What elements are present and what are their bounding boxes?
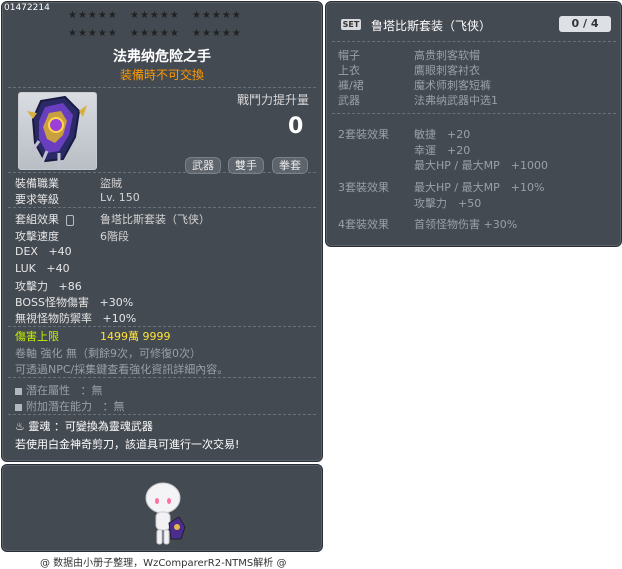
stat-value: +30% xyxy=(99,296,134,309)
star-group: ★★★★★ xyxy=(68,28,118,39)
set-tier-label: 3套裝效果 xyxy=(338,181,389,194)
star-force-row-2: ★★★★★ ★★★★★ ★★★★★ xyxy=(68,28,254,39)
stat-line: 無視怪物防禦率 +10% xyxy=(15,310,136,326)
stat-value: +10% xyxy=(102,312,137,325)
stat-line: BOSS怪物傷害 +30% xyxy=(15,294,133,310)
footer-credit: @ 数据由小册子整理，WzComparerR2-NTMS解析 @ xyxy=(40,558,287,569)
stat-line: LUK +40 xyxy=(15,262,70,275)
item-icon-frame xyxy=(18,92,97,170)
star-group: ★★★★★ xyxy=(130,28,180,39)
star-force-row-1: ★★★★★ ★★★★★ ★★★★★ xyxy=(68,10,254,21)
star-group: ★★★★★ xyxy=(192,28,242,39)
npc-info: 可透過NPC/採集鍵查看強化資訊詳細內容。 xyxy=(15,363,229,376)
additional-potential-label: 附加潛在能力 xyxy=(26,400,92,413)
stat-name: LUK xyxy=(15,262,36,275)
trade-note: 装備時不可交換 xyxy=(119,68,204,82)
item-tooltip-panel: 01472214 ★★★★★ ★★★★★ ★★★★★ ★★★★★ ★★★★★ ★★★★★… xyxy=(1,1,323,462)
stat-name: 無視怪物防禦率 xyxy=(15,312,92,325)
soul-label: 靈魂 xyxy=(28,420,51,433)
stat-value: +86 xyxy=(58,280,82,293)
stat-name: BOSS怪物傷害 xyxy=(15,296,89,309)
set-badge: SET xyxy=(341,19,361,30)
divider xyxy=(8,172,316,173)
scroll-info: 卷軸 強化 無（剩餘9次，可修復0次） xyxy=(15,347,201,360)
flame-icon: ♨ xyxy=(15,420,25,433)
character-preview-icon xyxy=(145,482,186,545)
attack-speed-label: 攻擊速度 xyxy=(15,230,59,243)
set-tier-line: 最大HP / 最大MP +10% xyxy=(414,181,545,194)
stat-name: 攻擊力 xyxy=(15,280,48,293)
potential-icon xyxy=(15,387,22,395)
set-effect-value: 鲁塔比斯套装（飞侠） xyxy=(100,213,210,226)
additional-potential-icon xyxy=(15,403,22,411)
set-effect-panel: SET 鲁塔比斯套装（飞侠） 0 / 4 帽子 高贵刺客软帽 上衣 鷹眼刺客衬衣… xyxy=(325,1,622,247)
scissors-note: 若使用白金神奇剪刀，該道具可進行一次交易! xyxy=(15,438,240,451)
set-tier-line: 敏捷 +20 xyxy=(414,128,471,141)
damage-cap-label: 傷害上限 xyxy=(15,330,59,343)
job-value: 盜賊 xyxy=(100,177,122,190)
set-part-name: 高贵刺客软帽 xyxy=(414,49,480,62)
damage-cap-value: 1499萬 9999 xyxy=(100,330,171,343)
set-part-name: 魔术师刺客短裤 xyxy=(414,79,491,92)
star-group: ★★★★★ xyxy=(192,10,242,21)
set-tier-line: 幸運 +20 xyxy=(414,144,471,157)
additional-potential-value: ：無 xyxy=(102,400,125,413)
job-label: 裝備職業 xyxy=(15,177,59,190)
link-icon xyxy=(65,214,74,226)
set-tier-line: 首领怪物伤害 +30% xyxy=(414,218,518,231)
set-count: 0 / 4 xyxy=(559,16,611,32)
divider xyxy=(8,207,316,208)
potential-value: ：無 xyxy=(80,384,103,397)
star-group: ★★★★★ xyxy=(130,10,180,21)
set-part-slot: 褲/裙 xyxy=(338,79,364,92)
item-name: 法弗纳危险之手 xyxy=(113,49,211,65)
divider xyxy=(8,326,316,327)
set-part-slot: 帽子 xyxy=(338,49,360,62)
stat-line: DEX +40 xyxy=(15,245,72,258)
set-part-name: 鷹眼刺客衬衣 xyxy=(414,64,480,77)
level-value: Lv. 150 xyxy=(100,191,140,204)
set-effect-label-text: 套組效果 xyxy=(15,213,59,226)
character-preview-panel xyxy=(1,464,323,552)
divider xyxy=(332,41,616,42)
set-tier-label: 2套裝效果 xyxy=(338,128,389,141)
set-part-name: 法弗纳武器中选1 xyxy=(414,94,498,107)
set-part-slot: 武器 xyxy=(338,94,360,107)
stat-value: +40 xyxy=(46,262,70,275)
additional-potential-row: 附加潛在能力 ：無 xyxy=(15,398,125,414)
item-id: 01472214 xyxy=(4,3,50,13)
combat-power-label: 戰鬥力提升量 xyxy=(237,93,310,107)
soul-row: ♨ 靈魂 ：可變換為靈魂武器 xyxy=(15,418,153,434)
claw-weapon-icon xyxy=(27,95,87,167)
potential-label: 潛在屬性 xyxy=(26,384,70,397)
combat-power-value: 0 xyxy=(288,114,304,139)
divider xyxy=(8,414,316,415)
level-label: 要求等級 xyxy=(15,193,59,206)
potential-row: 潛在屬性 ：無 xyxy=(15,382,103,398)
set-tier-line: 最大HP / 最大MP +1000 xyxy=(414,159,548,172)
stat-line: 攻擊力 +86 xyxy=(15,278,82,294)
set-part-slot: 上衣 xyxy=(338,64,360,77)
divider xyxy=(8,377,316,378)
attack-speed-value: 6階段 xyxy=(100,230,129,243)
divider xyxy=(332,113,616,114)
set-effect-label: 套組效果 xyxy=(15,211,74,227)
stat-name: DEX xyxy=(15,245,38,258)
stat-value: +40 xyxy=(48,245,72,258)
set-title: 鲁塔比斯套装（飞侠） xyxy=(371,19,492,33)
set-tier-label: 4套裝效果 xyxy=(338,218,389,231)
divider xyxy=(8,87,316,88)
soul-value: ：可變換為靈魂武器 xyxy=(53,420,153,433)
star-group: ★★★★★ xyxy=(68,10,118,21)
set-tier-line: 攻擊力 +50 xyxy=(414,197,482,210)
